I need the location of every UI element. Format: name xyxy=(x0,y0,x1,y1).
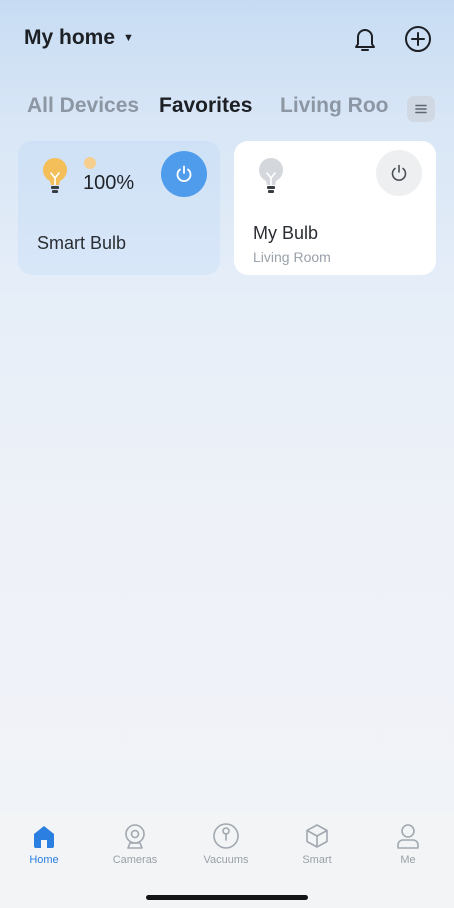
power-icon xyxy=(176,165,192,183)
caret-down-icon: ▼ xyxy=(123,32,134,44)
device-card-my-bulb[interactable]: My Bulb Living Room xyxy=(234,141,436,275)
nav-label: Home xyxy=(29,854,59,866)
power-button[interactable] xyxy=(161,151,207,197)
nav-home[interactable]: Home xyxy=(4,822,84,866)
nav-label: Vacuums xyxy=(203,854,249,866)
power-icon xyxy=(391,164,407,181)
nav-label: Me xyxy=(400,854,416,866)
power-button[interactable] xyxy=(376,150,422,196)
device-card-smart-bulb[interactable]: 100% Smart Bulb xyxy=(18,141,220,275)
menu-icon[interactable] xyxy=(407,96,435,122)
vacuum-icon xyxy=(213,823,239,849)
nav-label: Smart xyxy=(302,854,332,866)
nav-cameras[interactable]: Cameras xyxy=(95,822,175,866)
brightness-value: 100% xyxy=(83,172,135,194)
tab-living-room[interactable]: Living Roor xyxy=(280,94,390,118)
camera-icon xyxy=(125,824,145,849)
nav-label: Cameras xyxy=(112,854,158,866)
device-name: Smart Bulb xyxy=(37,233,127,253)
person-icon xyxy=(397,824,419,849)
top-bar: My home ▼ xyxy=(0,0,454,80)
home-indicator xyxy=(146,895,308,900)
home-icon xyxy=(34,826,54,848)
bulb-off-icon xyxy=(256,157,286,200)
bulb-on-icon xyxy=(40,157,70,200)
plus-circle-icon[interactable] xyxy=(403,24,433,54)
bottom-nav: Home Cameras Vacuums Smart Me xyxy=(0,812,454,908)
nav-me[interactable]: Me xyxy=(368,822,448,866)
tab-favorites[interactable]: Favorites xyxy=(159,94,252,118)
cube-icon xyxy=(306,824,328,848)
device-name: My Bulb xyxy=(253,223,319,243)
nav-vacuums[interactable]: Vacuums xyxy=(186,822,266,866)
nav-smart[interactable]: Smart xyxy=(277,822,357,866)
room-tabs: All Devices Favorites Living Roor xyxy=(0,94,454,124)
home-selector[interactable]: My home ▼ xyxy=(24,26,134,50)
home-title: My home xyxy=(24,26,116,49)
brightness-indicator xyxy=(84,157,96,169)
bell-icon[interactable] xyxy=(350,24,380,54)
tab-all-devices[interactable]: All Devices xyxy=(27,94,139,118)
device-room: Living Room xyxy=(253,249,331,265)
